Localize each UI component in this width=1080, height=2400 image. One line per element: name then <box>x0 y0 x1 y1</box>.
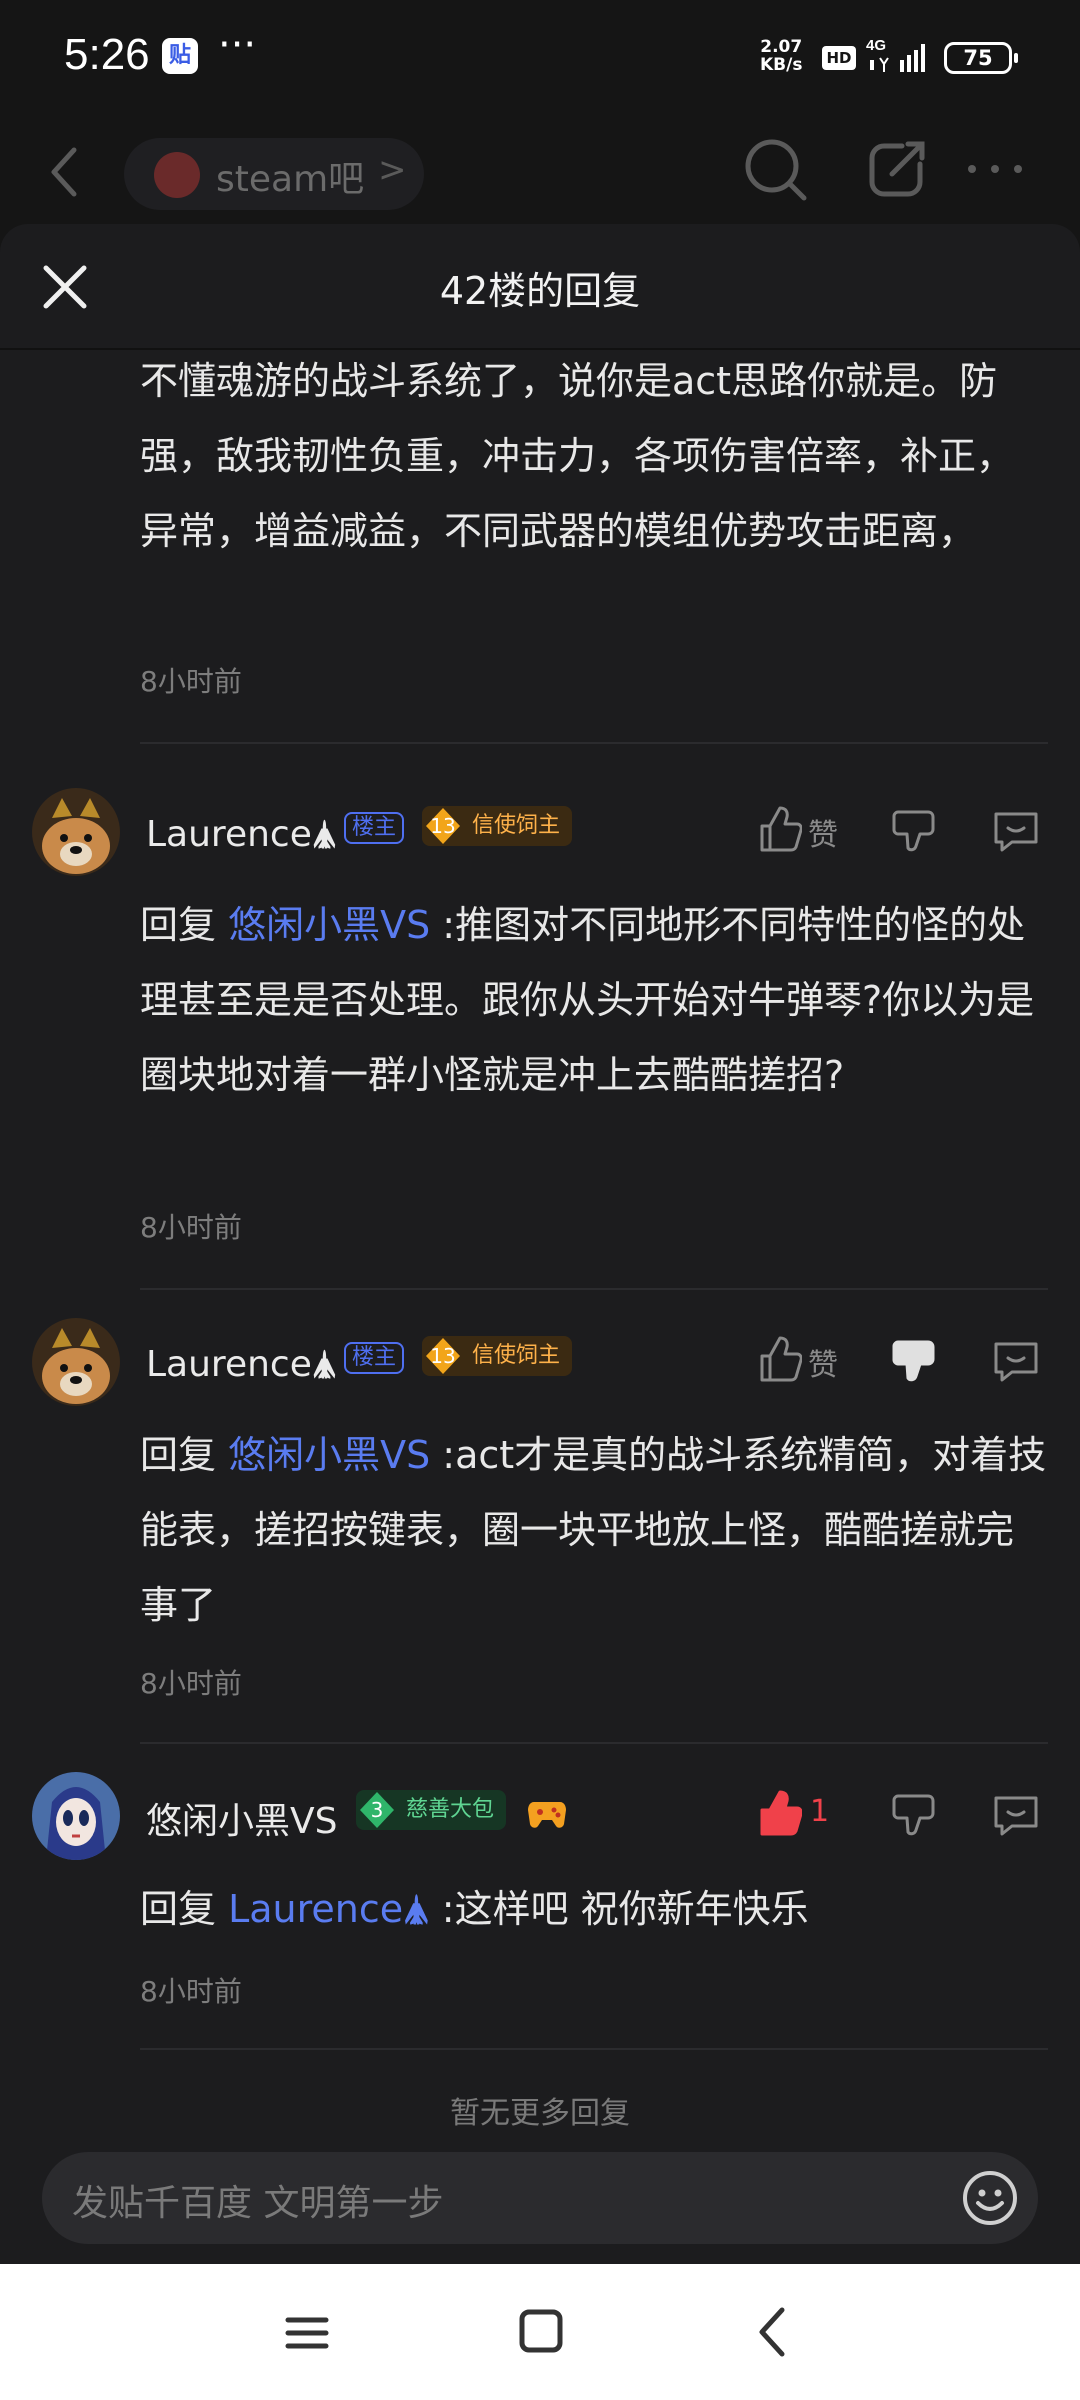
author-badge: 楼主 <box>344 1342 405 1374</box>
level-number: 3 <box>370 1798 384 1822</box>
divider <box>140 1742 1048 1744</box>
sheet-title: 42楼的回复 <box>439 269 641 313</box>
level-title: 信使饲主 <box>472 1343 561 1368</box>
author-badge: 楼主 <box>344 812 405 844</box>
comment-icon[interactable] <box>990 804 1042 860</box>
nav-back-icon[interactable] <box>752 2304 792 2360</box>
avatar[interactable] <box>32 788 120 876</box>
reply-text: 回复 悠闲小黑VS :推图对不同地形不同特性的怪的处理甚至是是否处理。跟你从头开… <box>140 888 1050 1113</box>
network-speed: 2.07 KB/s <box>760 38 802 74</box>
no-more-replies: 暂无更多回复 <box>450 2096 630 2131</box>
comment-icon[interactable] <box>990 1788 1042 1844</box>
more-icon[interactable] <box>960 134 1030 204</box>
post-time: 8小时前 <box>140 1667 242 1700</box>
reply-text: 回复 悠闲小黑VS :act才是真的战斗系统精简，对着技能表，搓招按键表，圈一块… <box>140 1418 1050 1643</box>
home-icon[interactable] <box>516 2306 566 2356</box>
like-button[interactable]: 赞 <box>758 1334 868 1390</box>
forum-link[interactable]: steam吧 > <box>124 138 424 210</box>
forum-name: steam吧 <box>216 159 365 200</box>
sheet-header: 42楼的回复 <box>0 224 1080 350</box>
thumbs-down-icon[interactable] <box>890 804 942 860</box>
level-title: 信使饲主 <box>472 813 561 838</box>
username[interactable]: Laurence🛦 <box>146 1338 337 1399</box>
battery-indicator: 75 <box>944 42 1018 74</box>
level-badge: 3 慈善大包 <box>356 1790 507 1830</box>
status-bar: 5:26 贴 ··· 2.07 KB/s HD 4G 75 <box>0 0 1080 120</box>
reply-input[interactable]: 发贴千百度 文明第一步 <box>42 2152 1038 2244</box>
network-speed-value: 2.07 <box>760 37 803 57</box>
tieba-app-icon: 贴 <box>162 38 198 74</box>
reply-input-placeholder: 发贴千百度 文明第一步 <box>72 2183 444 2224</box>
menu-icon[interactable] <box>282 2308 332 2358</box>
divider <box>140 1288 1048 1290</box>
chevron-right-icon: > <box>378 150 407 190</box>
reply-prefix: 回复 <box>140 1433 229 1477</box>
mention-link[interactable]: Laurence🛦 <box>228 1887 430 1931</box>
thumbs-up-icon <box>760 1336 803 1382</box>
like-count: 1 <box>810 1794 830 1829</box>
forum-top-nav: steam吧 > <box>0 120 1080 240</box>
system-navigation-bar <box>0 2264 1080 2400</box>
back-icon[interactable] <box>40 142 90 202</box>
reply-text: 回复 Laurence🛦 :这样吧 祝你新年快乐 <box>140 1872 1050 1947</box>
reply-input-bar: 发贴千百度 文明第一步 <box>0 2134 1080 2264</box>
signal-icon: 4G <box>866 37 925 72</box>
replies-list[interactable]: 不懂魂游的战斗系统了，说你是act思路你就是。防强，敌我韧性负重，冲击力，各项伤… <box>0 348 1080 2134</box>
username[interactable]: Laurence🛦 <box>146 808 337 869</box>
level-number: 13 <box>430 814 456 838</box>
level-number: 13 <box>430 1344 456 1368</box>
level-badge: 13 信使饲主 <box>422 1336 573 1376</box>
divider <box>140 2048 1048 2050</box>
like-label: 赞 <box>808 818 838 853</box>
reply-prefix: 回复 <box>140 903 229 947</box>
replies-sheet: 42楼的回复 不懂魂游的战斗系统了，说你是act思路你就是。防强，敌我韧性负重，… <box>0 224 1080 2264</box>
mention-link[interactable]: 悠闲小黑VS <box>228 1433 430 1477</box>
status-more-dots: ··· <box>218 22 257 68</box>
thumbs-down-icon[interactable] <box>890 1334 942 1390</box>
thumbs-up-icon <box>760 806 803 852</box>
username[interactable]: 悠闲小黑VS <box>146 1792 337 1844</box>
reply-prefix: 回复 <box>140 1887 229 1931</box>
post-time: 8小时前 <box>140 1211 242 1244</box>
reply-body: :这样吧 祝你新年快乐 <box>429 1887 809 1931</box>
first-post-text: 不懂魂游的战斗系统了，说你是act思路你就是。防强，敌我韧性负重，冲击力，各项伤… <box>140 359 1015 553</box>
search-icon[interactable] <box>740 134 810 204</box>
thumbs-down-icon[interactable] <box>890 1788 942 1844</box>
thumbs-up-icon <box>760 1790 803 1836</box>
divider <box>140 742 1048 744</box>
like-label: 赞 <box>808 1348 838 1383</box>
post-time: 8小时前 <box>140 665 242 698</box>
network-type: 4G <box>866 37 886 54</box>
hd-badge: HD <box>822 46 856 70</box>
like-button[interactable]: 1 <box>758 1788 868 1844</box>
game-controller-icon <box>528 1802 566 1828</box>
network-speed-unit: KB/s <box>760 55 803 75</box>
level-badge: 13 信使饲主 <box>422 806 573 846</box>
like-button[interactable]: 赞 <box>758 804 868 860</box>
status-time: 5:26 <box>64 30 150 79</box>
comment-icon[interactable] <box>990 1334 1042 1390</box>
steam-forum-avatar <box>154 152 200 198</box>
post-time: 8小时前 <box>140 1975 242 2008</box>
level-title: 慈善大包 <box>406 1797 495 1822</box>
mention-link[interactable]: 悠闲小黑VS <box>228 903 430 947</box>
avatar[interactable] <box>32 1318 120 1406</box>
share-icon[interactable] <box>862 134 932 204</box>
avatar[interactable] <box>32 1772 120 1860</box>
emoji-icon[interactable] <box>960 2168 1020 2228</box>
